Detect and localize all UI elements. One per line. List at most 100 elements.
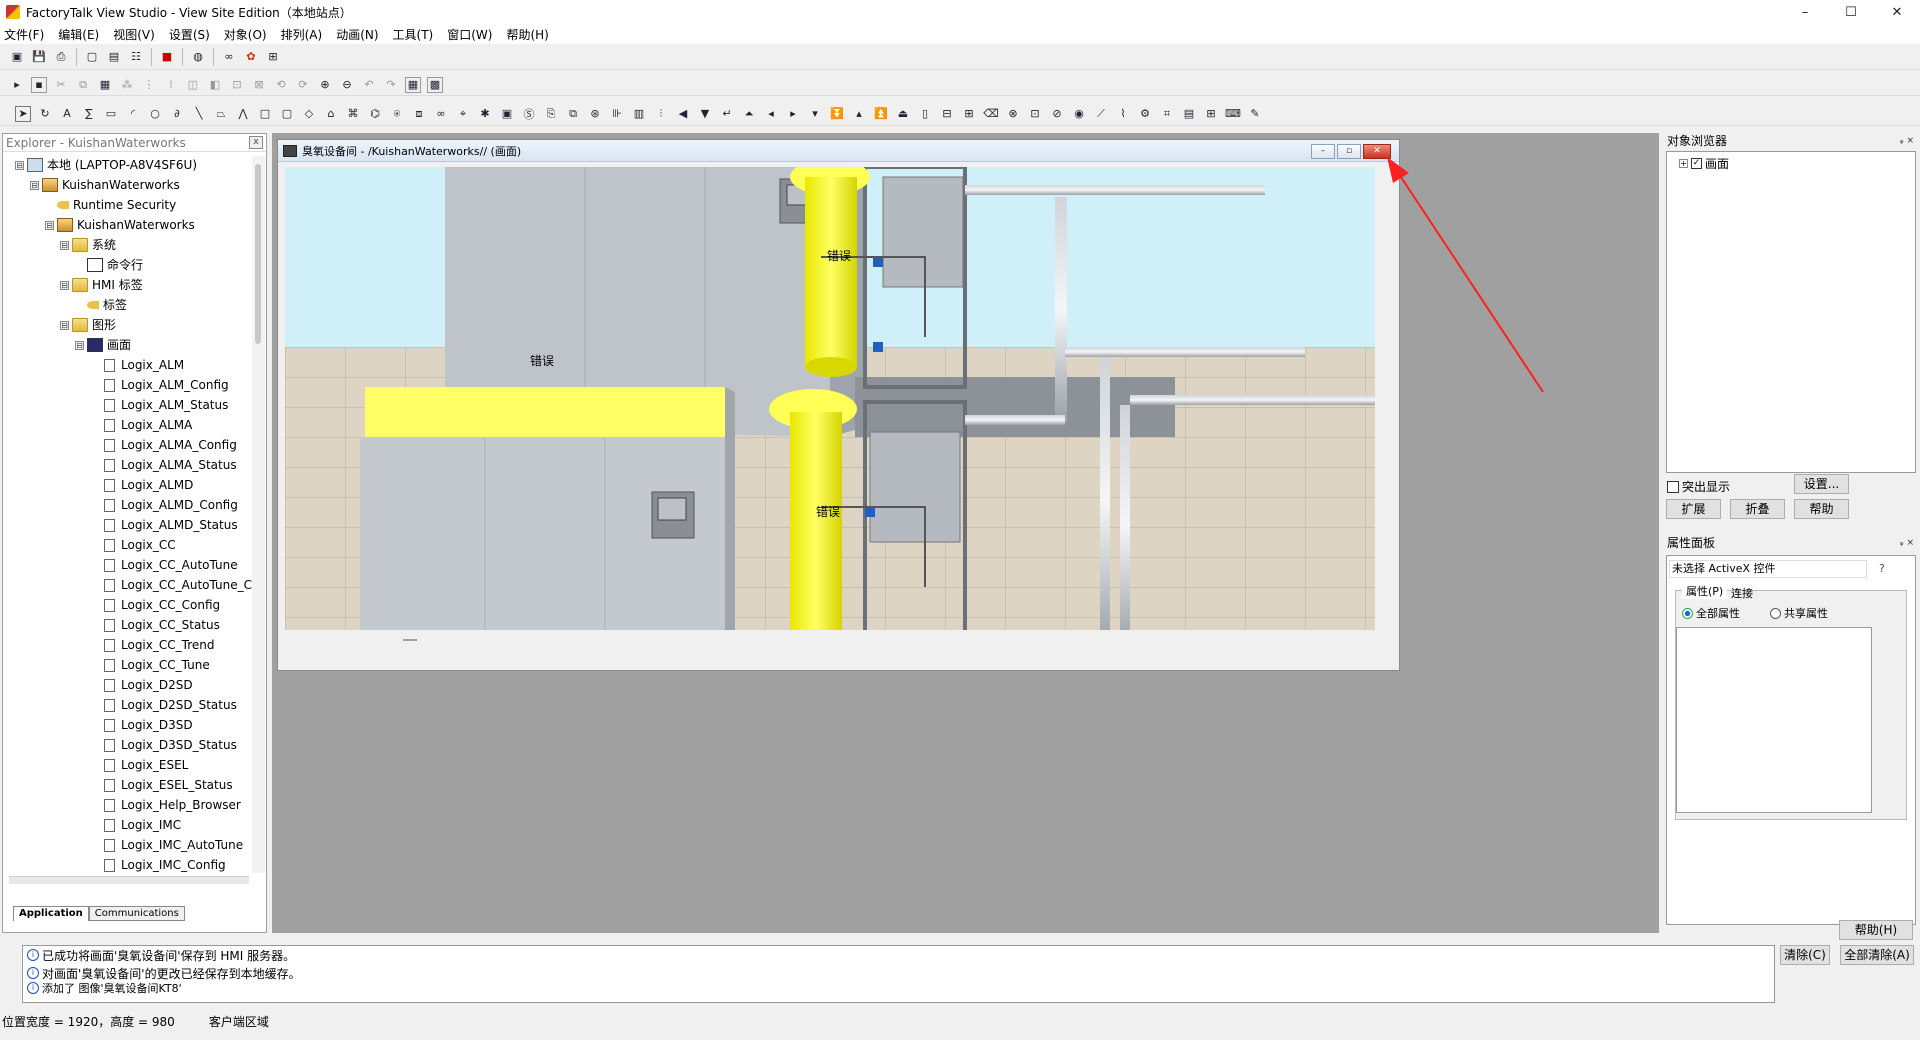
wedge-tool-icon[interactable]: ◇ xyxy=(301,106,317,122)
round-rect-tool-icon[interactable]: ▢ xyxy=(279,106,295,122)
duplicate-icon[interactable]: ⁂ xyxy=(119,77,135,93)
property-help-button[interactable]: 帮助(H) xyxy=(1839,920,1913,940)
arrow-left-tool-icon[interactable]: ◀ xyxy=(675,106,691,122)
menu-settings[interactable]: 设置(S) xyxy=(169,26,210,43)
alarm-tool-icon[interactable]: ◉ xyxy=(1071,106,1087,122)
tree-node[interactable]: Logix_ALMA xyxy=(90,416,192,434)
collapse-button[interactable]: 折叠 xyxy=(1730,499,1785,519)
menu-file[interactable]: 文件(F) xyxy=(4,26,44,43)
tree-node[interactable]: Logix_ALM_Status xyxy=(90,396,228,414)
position-tool-icon[interactable]: ⊡ xyxy=(1027,106,1043,122)
end-tool-icon[interactable]: ▯ xyxy=(917,106,933,122)
display-canvas[interactable]: 错误 错误 错误 xyxy=(285,167,1375,647)
ellipse-tool-icon[interactable]: ○ xyxy=(147,106,163,122)
color-icon[interactable]: ✿ xyxy=(243,49,259,65)
tree-node[interactable]: Logix_D3SD xyxy=(90,716,193,734)
arc-tool-icon[interactable]: ◜ xyxy=(125,106,141,122)
tree-node[interactable]: Logix_Help_Browser xyxy=(90,796,241,814)
tree-collapse-icon[interactable]: ⊟ xyxy=(60,240,69,250)
tree-node[interactable]: Logix_ESEL_Status xyxy=(90,776,233,794)
right-tool-icon[interactable]: ▸ xyxy=(785,106,801,122)
ramp-tool-icon[interactable]: ⌖ xyxy=(455,106,471,122)
tree-node[interactable]: Runtime Security xyxy=(45,196,176,214)
align2-icon[interactable]: ⊠ xyxy=(251,77,267,93)
database-icon[interactable]: ◍ xyxy=(190,49,206,65)
tree-node[interactable]: Logix_D2SD xyxy=(90,676,193,694)
cut-icon[interactable]: ✂ xyxy=(53,77,69,93)
rotate-icon[interactable]: ⟲ xyxy=(273,77,289,93)
rectangle-tool-icon[interactable]: ▭ xyxy=(103,106,119,122)
tree-node[interactable]: ⊟ 本地 (LAPTOP-A8V4SF6U) xyxy=(15,156,197,174)
copy-icon[interactable]: ⧉ xyxy=(75,77,91,93)
object-browser-pin-icon[interactable]: ᵩ × xyxy=(1900,133,1914,149)
tree-node[interactable]: Logix_ALM_Config xyxy=(90,376,229,394)
tab-application[interactable]: Application xyxy=(13,906,89,921)
run-icon[interactable]: ▸ xyxy=(9,77,25,93)
line-tool-icon[interactable]: ╲ xyxy=(191,106,207,122)
tree-node[interactable]: Logix_D2SD_Status xyxy=(90,696,237,714)
open-display-icon[interactable]: ▣ xyxy=(9,49,25,65)
scale-tool-icon[interactable]: ⫶ xyxy=(653,106,669,122)
bring-front-icon[interactable]: ◫ xyxy=(185,77,201,93)
button-tool-icon[interactable]: ⌂ xyxy=(323,106,339,122)
tree-node[interactable]: Logix_CC xyxy=(90,536,176,554)
rotate-tool-icon[interactable]: ↻ xyxy=(37,106,53,122)
top-tool-icon[interactable]: ⏶ xyxy=(741,106,757,122)
tree-node[interactable]: 标签 xyxy=(75,296,127,314)
tree-node[interactable]: Logix_CC_AutoTune xyxy=(90,556,238,574)
page-up-tool-icon[interactable]: ⏫ xyxy=(873,106,889,122)
tree-node[interactable]: 命令行 xyxy=(75,256,143,274)
grid-toggle-icon[interactable]: ▦ xyxy=(405,76,421,93)
object-browser-help-button[interactable]: 帮助 xyxy=(1794,499,1849,519)
maintained-tool-icon[interactable]: ⍟ xyxy=(389,106,405,122)
square-tool-icon[interactable]: □ xyxy=(257,106,273,122)
menu-view[interactable]: 视图(V) xyxy=(113,26,155,43)
pushbutton-tool-icon[interactable]: ⌘ xyxy=(345,106,361,122)
align-icon[interactable]: ⊡ xyxy=(229,77,245,93)
close-button[interactable]: ✕ xyxy=(1874,0,1920,24)
return-tool-icon[interactable]: ↵ xyxy=(719,106,735,122)
tree-node[interactable]: Logix_ESEL xyxy=(90,756,188,774)
object-browser-checkbox[interactable]: ✓ xyxy=(1691,158,1702,169)
tree-collapse-icon[interactable]: ⊟ xyxy=(15,160,24,170)
tree-collapse-icon[interactable]: ⊟ xyxy=(60,280,69,290)
clear-tool-icon[interactable]: ⊗ xyxy=(1005,106,1021,122)
property-list[interactable] xyxy=(1676,627,1872,813)
symbol-tool-icon[interactable]: ∑ xyxy=(81,106,97,122)
maximize-button[interactable]: ☐ xyxy=(1828,0,1874,24)
bar-graph-tool-icon[interactable]: ▥ xyxy=(631,106,647,122)
help-question-icon[interactable]: ? xyxy=(1879,562,1885,575)
tree-node[interactable]: Logix_IMC_AutoTune xyxy=(90,836,243,854)
tree-node[interactable]: Logix_CC_Status xyxy=(90,616,220,634)
arrow-down-tool-icon[interactable]: ▼ xyxy=(697,106,713,122)
tree-node[interactable]: ⊟ KuishanWaterworks xyxy=(30,176,180,194)
explorer-close-icon[interactable]: x xyxy=(249,136,263,149)
left-tool-icon[interactable]: ◂ xyxy=(763,106,779,122)
home-tool-icon[interactable]: ⏏ xyxy=(895,106,911,122)
tree-node[interactable]: ⊟ 系统 xyxy=(60,236,116,254)
send-back-icon[interactable]: ◧ xyxy=(207,77,223,93)
latched-tool-icon[interactable]: ⌬ xyxy=(367,106,383,122)
menu-object[interactable]: 对象(O) xyxy=(224,26,267,43)
tree-node[interactable]: Logix_D3SD_Status xyxy=(90,736,237,754)
tree-node[interactable]: Logix_CC_Config xyxy=(90,596,220,614)
tree-node[interactable]: Logix_CC_Trend xyxy=(90,636,214,654)
object-browser-expand-icon[interactable]: + xyxy=(1679,159,1688,168)
menu-window[interactable]: 窗口(W) xyxy=(447,26,492,43)
tree-node[interactable]: Logix_CC_Tune xyxy=(90,656,210,674)
tab-connections[interactable]: 连接 xyxy=(1731,585,1753,601)
down-tool-icon[interactable]: ▾ xyxy=(807,106,823,122)
minimize-button[interactable]: – xyxy=(1782,0,1828,24)
gauge-tool-icon[interactable]: ⊪ xyxy=(609,106,625,122)
object-browser-item[interactable]: 画面 xyxy=(1705,155,1729,172)
tree-node[interactable]: ⊟ KuishanWaterworks xyxy=(45,216,195,234)
binoculars-icon[interactable]: ∞ xyxy=(221,49,237,65)
polygon-tool-icon[interactable]: ⏢ xyxy=(213,106,229,122)
tree-node[interactable]: Logix_ALMA_Config xyxy=(90,436,237,454)
tree-node[interactable]: Logix_IMC xyxy=(90,816,181,834)
explorer-scrollbar[interactable] xyxy=(252,156,265,873)
radio-shared-properties[interactable] xyxy=(1770,607,1781,619)
freehand-tool-icon[interactable]: ∂ xyxy=(169,106,185,122)
display-minimize-button[interactable]: – xyxy=(1311,144,1335,159)
tab-tool-icon[interactable]: ⊟ xyxy=(939,106,955,122)
